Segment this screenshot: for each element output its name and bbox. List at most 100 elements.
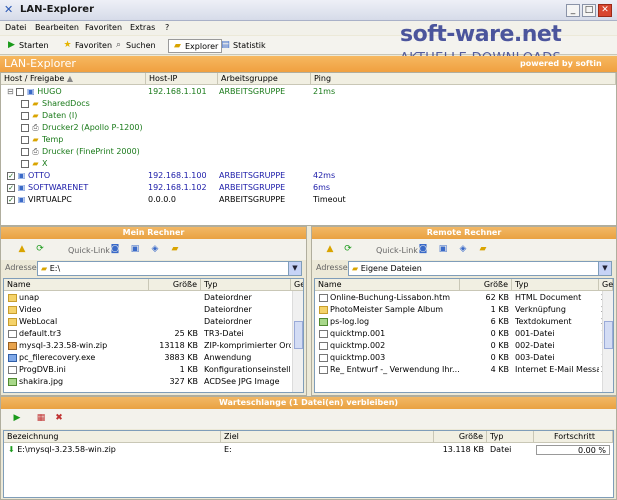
tree-collapse-icon[interactable]: ⊟ — [7, 87, 16, 96]
file-row[interactable]: ProgDVB.ini 1 KB Konfigurationseinstellu..… — [4, 364, 303, 376]
network-tree-row[interactable]: ▰ Daten (I) — [1, 110, 616, 122]
documents-icon[interactable]: ▰ — [477, 243, 489, 255]
file-row[interactable]: unap Dateiordner — [4, 292, 303, 304]
tree-node[interactable]: ▰ X — [21, 158, 47, 170]
node-checkbox[interactable] — [21, 123, 29, 132]
tree-node[interactable]: ✓ ▣ VIRTUALPC — [7, 194, 72, 206]
column-header-size[interactable]: Größe — [149, 279, 201, 291]
refresh-icon[interactable]: ⟳ — [342, 243, 354, 255]
column-header-group[interactable]: Arbeitsgruppe — [218, 73, 311, 85]
network-tree-row[interactable]: ✓ ▣ SOFTWARENET 192.168.1.102 ARBEITSGRUPPE 6… — [1, 182, 616, 194]
play-icon[interactable]: ▶ — [11, 412, 23, 424]
file-row[interactable]: Online-Buchung-Lissabon.htm 62 KB HTML Doc… — [315, 292, 613, 304]
remote-address-input[interactable]: ▰ Eigene Dateien ▼ — [348, 261, 612, 276]
tab-statistics[interactable]: ▤ Statistik — [220, 39, 265, 53]
tree-node[interactable]: ⊟ ▣ HUGO — [7, 86, 62, 98]
column-header-type[interactable]: Typ — [201, 279, 291, 291]
column-header-size[interactable]: Größe — [434, 431, 487, 443]
remove-item-icon[interactable]: ▦ — [35, 412, 47, 424]
column-header-progress[interactable]: Fortschritt — [534, 431, 613, 443]
node-checkbox[interactable]: ✓ — [7, 171, 15, 180]
network-tree-row[interactable]: ⎙ Drucker (FinePrint 2000) — [1, 146, 616, 158]
vertical-scrollbar[interactable] — [292, 291, 303, 392]
network-tree-row[interactable]: ▰ X — [1, 158, 616, 170]
menu-favorites[interactable]: Favoriten — [85, 23, 122, 32]
column-header-name[interactable]: Name — [315, 279, 460, 291]
network-tree-row[interactable]: ⎙ Drucker2 (Apollo P-1200) — [1, 122, 616, 134]
column-header-type[interactable]: Typ — [512, 279, 599, 291]
clear-queue-icon[interactable]: ✖ — [53, 412, 65, 424]
file-row[interactable]: mysql-3.23.58-win.zip 13118 KB ZIP-komprim… — [4, 340, 303, 352]
node-checkbox[interactable] — [16, 87, 25, 96]
folder-up-icon[interactable]: ▲ — [16, 243, 28, 255]
tree-node[interactable]: ▰ SharedDocs — [21, 98, 90, 110]
tab-explorer[interactable]: ▰ Explorer — [168, 39, 223, 53]
column-header-size[interactable]: Größe — [460, 279, 512, 291]
tree-node[interactable]: ▰ Temp — [21, 134, 63, 146]
scrollbar-thumb[interactable] — [294, 321, 303, 349]
column-header-ip[interactable]: Host-IP — [146, 73, 218, 85]
tree-node[interactable]: ⎙ Drucker (FinePrint 2000) — [21, 146, 140, 158]
computer-icon[interactable]: ▣ — [129, 243, 141, 255]
network-tree-row[interactable]: ✓ ▣ VIRTUALPC 0.0.0.0 ARBEITSGRUPPE Timeout — [1, 194, 616, 206]
menu-edit[interactable]: Bearbeiten — [35, 23, 79, 32]
network-tree-row[interactable]: ✓ ▣ OTTO 192.168.1.100 ARBEITSGRUPPE 42ms — [1, 170, 616, 182]
vertical-scrollbar[interactable] — [602, 291, 613, 392]
network-tree-row[interactable]: ▰ SharedDocs — [1, 98, 616, 110]
column-header-type[interactable]: Typ — [487, 431, 534, 443]
refresh-icon[interactable]: ⟳ — [34, 243, 46, 255]
node-checkbox[interactable]: ✓ — [7, 195, 15, 204]
column-header-target[interactable]: Ziel — [221, 431, 434, 443]
chevron-down-icon[interactable]: ▼ — [288, 262, 301, 275]
favorites-button[interactable]: ★ Favoriten — [62, 39, 112, 53]
node-checkbox[interactable] — [21, 111, 29, 120]
column-header-name[interactable]: Bezeichnung — [4, 431, 221, 443]
tree-node[interactable]: ⎙ Drucker2 (Apollo P-1200) — [21, 122, 143, 134]
scrollbar-thumb[interactable] — [604, 321, 613, 349]
column-header-modified[interactable]: Geä — [291, 279, 303, 291]
network-icon[interactable]: ◈ — [457, 243, 469, 255]
chevron-down-icon[interactable]: ▼ — [598, 262, 611, 275]
node-checkbox[interactable] — [21, 147, 29, 156]
file-row[interactable]: pc_filerecovery.exe3883 KBAnwendung1 — [4, 352, 303, 364]
tree-node[interactable]: ✓ ▣ SOFTWARENET — [7, 182, 88, 194]
minimize-button[interactable]: _ — [566, 4, 580, 17]
network-tree-row[interactable]: ⊟ ▣ HUGO 192.168.1.101 ARBEITSGRUPPE 21ms — [1, 86, 616, 98]
drive-icon[interactable]: ◙ — [417, 243, 429, 255]
tree-node[interactable]: ✓ ▣ OTTO — [7, 170, 50, 182]
close-button[interactable]: ✕ — [598, 4, 612, 17]
file-row[interactable]: WebLocalDateiordner2 — [4, 316, 303, 328]
file-row[interactable]: Re_ Entwurf -_ Verwendung Ihr... 4 KB Inte… — [315, 364, 613, 376]
local-address-input[interactable]: ▰ E:\ ▼ — [37, 261, 302, 276]
column-header-ping[interactable]: Ping — [311, 73, 616, 85]
node-checkbox[interactable] — [21, 135, 29, 144]
file-row[interactable]: VideoDateiordner2 — [4, 304, 303, 316]
network-icon[interactable]: ◈ — [149, 243, 161, 255]
computer-icon[interactable]: ▣ — [437, 243, 449, 255]
tree-node[interactable]: ▰ Daten (I) — [21, 110, 77, 122]
folder-up-icon[interactable]: ▲ — [324, 243, 336, 255]
file-row[interactable]: PhotoMeister Sample Album 1 KB Verknüpfung… — [315, 304, 613, 316]
maximize-button[interactable]: □ — [582, 4, 596, 17]
node-checkbox[interactable] — [21, 159, 29, 168]
node-checkbox[interactable] — [21, 99, 29, 108]
menu-help[interactable]: ? — [165, 23, 169, 32]
column-header-name[interactable]: Name — [4, 279, 149, 291]
file-row[interactable]: shakira.jpg327 KBACDSee JPG Image2 — [4, 376, 303, 388]
menu-extras[interactable]: Extras — [130, 23, 155, 32]
documents-icon[interactable]: ▰ — [169, 243, 181, 255]
start-button[interactable]: ▶ Starten — [6, 39, 49, 53]
drive-icon[interactable]: ◙ — [109, 243, 121, 255]
file-row[interactable]: quicktmp.0020 KB002-Datei1 — [315, 340, 613, 352]
file-row[interactable]: quicktmp.0010 KB001-Datei1 — [315, 328, 613, 340]
file-row[interactable]: quicktmp.0030 KB003-Datei1 — [315, 352, 613, 364]
column-header-modified[interactable]: Ge — [599, 279, 613, 291]
file-row[interactable]: default.tr325 KBTR3-Datei1 — [4, 328, 303, 340]
network-tree-row[interactable]: ▰ Temp — [1, 134, 616, 146]
menu-file[interactable]: Datei — [5, 23, 26, 32]
file-row[interactable]: ps-log.log6 KBTextdokument2 — [315, 316, 613, 328]
column-header-host[interactable]: Host / Freigabe ▲ — [1, 73, 146, 85]
search-button[interactable]: ⌕ Suchen — [113, 39, 156, 53]
queue-row[interactable]: ⬇ E:\mysql-3.23.58-win.zip E: 13.118 KB Dat… — [4, 444, 613, 456]
node-checkbox[interactable]: ✓ — [7, 183, 15, 192]
